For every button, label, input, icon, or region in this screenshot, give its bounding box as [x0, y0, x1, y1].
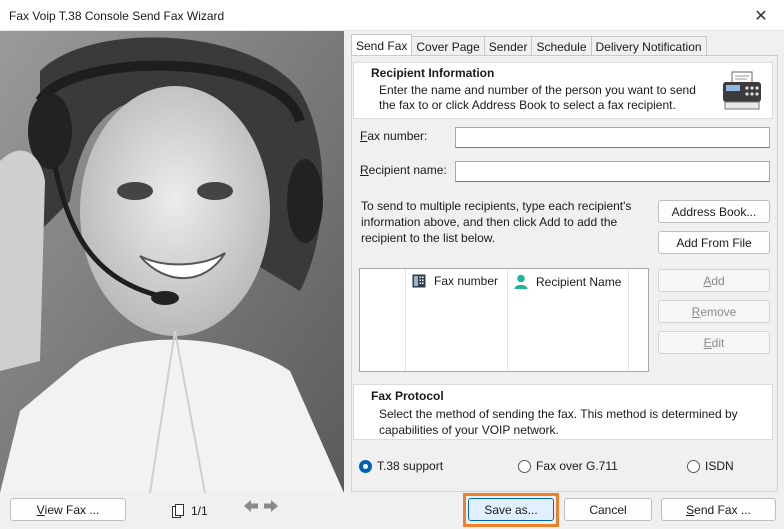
close-icon[interactable]: ✕ — [738, 0, 784, 31]
address-book-button[interactable]: Address Book... — [658, 200, 770, 223]
tab-sender[interactable]: Sender — [483, 36, 533, 56]
tab-delivery-notification[interactable]: Delivery Notification — [590, 36, 707, 56]
multiple-recipients-help: To send to multiple recipients, type eac… — [361, 199, 632, 245]
tab-send-fax[interactable]: Send Fax — [351, 34, 413, 56]
page-count: 1/1 — [191, 504, 208, 518]
cancel-button[interactable]: Cancel — [564, 498, 652, 521]
fax-protocol-text: Select the method of sending the fax. Th… — [379, 407, 738, 437]
window-title: Fax Voip T.38 Console Send Fax Wizard — [9, 9, 225, 23]
person-icon — [514, 274, 528, 289]
next-page-icon[interactable] — [264, 500, 278, 512]
wizard-photo — [0, 31, 344, 493]
title-bar: Fax Voip T.38 Console Send Fax Wizard ✕ — [0, 0, 784, 31]
recipient-info-title: Recipient Information — [371, 66, 495, 80]
column-label-recipient-name: Recipient Name — [536, 274, 622, 289]
previous-page-icon[interactable] — [244, 500, 258, 512]
list-column-icon — [360, 269, 406, 371]
tab-cover-page[interactable]: Cover Page — [411, 36, 485, 56]
column-label-fax-number: Fax number — [434, 274, 499, 288]
radio-label-g711: Fax over G.711 — [536, 459, 618, 473]
recipient-name-label: Recipient name: — [360, 163, 447, 177]
tab-schedule[interactable]: Schedule — [531, 36, 592, 56]
radio-t38-support[interactable]: T.38 support — [359, 459, 443, 473]
edit-button[interactable]: Edit — [658, 331, 770, 354]
radio-button[interactable] — [687, 459, 700, 473]
add-button[interactable]: Add — [658, 269, 770, 292]
radio-label-isdn: ISDN — [705, 459, 734, 473]
send-fax-button[interactable]: Send Fax ... — [661, 498, 776, 521]
column-header-recipient-name[interactable]: Recipient Name — [514, 274, 621, 289]
fax-machine-icon — [723, 71, 761, 110]
fax-protocol-box: Fax Protocol Select the method of sendin… — [353, 384, 773, 440]
tab-strip: Send Fax Cover Page Sender Schedule Deli… — [351, 34, 707, 56]
radio-isdn[interactable]: ISDN — [687, 459, 734, 473]
fax-number-input[interactable] — [455, 127, 770, 148]
add-from-file-button[interactable]: Add From File — [658, 231, 770, 254]
radio-button-selected[interactable] — [359, 459, 372, 473]
pages-icon — [172, 504, 184, 518]
recipient-info-box: Recipient Information Enter the name and… — [353, 62, 773, 119]
recipient-list[interactable]: Fax number Recipient Name — [359, 268, 649, 372]
page-indicator: 1/1 — [172, 504, 208, 518]
view-fax-button[interactable]: View Fax ... — [10, 498, 126, 521]
recipient-name-input[interactable] — [455, 161, 770, 182]
page-navigation — [244, 500, 278, 512]
fax-column-icon — [412, 274, 426, 288]
radio-button[interactable] — [518, 459, 531, 473]
radio-fax-over-g711[interactable]: Fax over G.711 — [518, 459, 618, 473]
fax-protocol-title: Fax Protocol — [371, 389, 444, 403]
recipient-info-text: Enter the name and number of the person … — [379, 83, 696, 112]
save-as-button[interactable]: Save as... — [468, 498, 554, 521]
fax-number-label: Fax number: — [360, 129, 428, 143]
column-header-fax-number[interactable]: Fax number — [412, 274, 498, 288]
radio-label-t38: T.38 support — [377, 459, 444, 473]
remove-button[interactable]: Remove — [658, 300, 770, 323]
